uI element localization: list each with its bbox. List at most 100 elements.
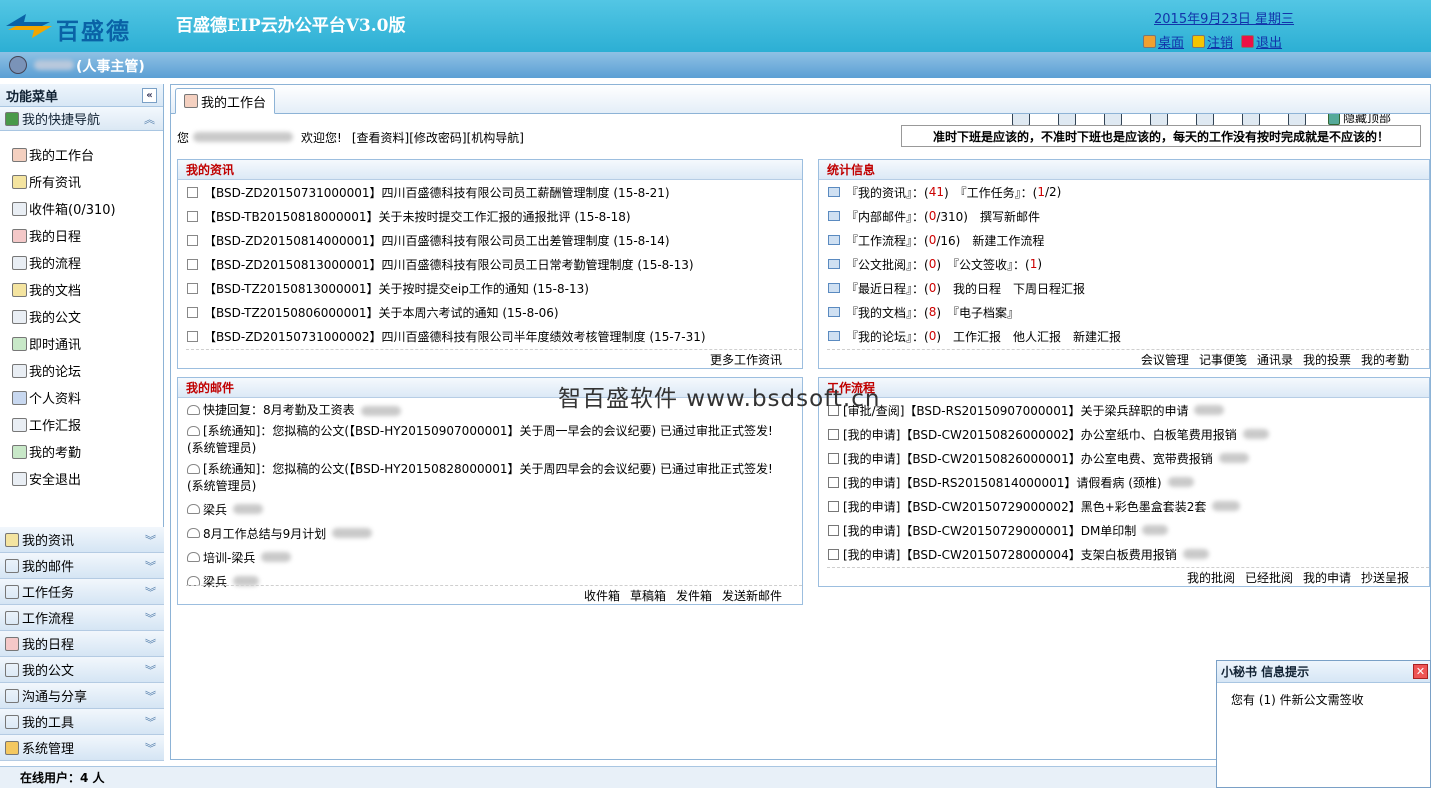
reviewed-link[interactable]: 已经批阅 (1245, 569, 1293, 586)
desktop-link[interactable]: 桌面 (1143, 32, 1184, 51)
quick-item-chat[interactable]: 即时通讯 (0, 330, 163, 357)
menu-group-tools[interactable]: 我的工具 ︾ (0, 709, 164, 735)
stats-row[interactable]: 『内部邮件』：(0/310) 撰写新邮件 (819, 204, 1429, 228)
mail-item[interactable]: [系统通知]：您拟稿的公文(【BSD-HY20150828000001】关于周四… (178, 459, 802, 497)
quick-item-schedule[interactable]: 我的日程 (0, 222, 163, 249)
exit-link[interactable]: 退出 (1241, 32, 1282, 51)
menu-group-system[interactable]: 系统管理 ︾ (0, 735, 164, 761)
flow-icon (12, 255, 27, 270)
stats-row[interactable]: 『最近日程』：(0) 我的日程 下周日程汇报 (819, 276, 1429, 300)
chevron-down-icon: ︾ (145, 689, 156, 703)
quick-item-flow[interactable]: 我的流程 (0, 249, 163, 276)
quick-item-report[interactable]: 工作汇报 (0, 411, 163, 438)
chevron-down-icon: ︾ (145, 585, 156, 599)
quick-item-forum[interactable]: 我的论坛 (0, 357, 163, 384)
menu-group-schedule[interactable]: 我的日程 ︾ (0, 631, 164, 657)
news-item[interactable]: 【BSD-ZD20150814000001】四川百盛德科技有限公司员工出差管理制… (178, 228, 802, 252)
chevron-down-icon: ︾ (145, 637, 156, 651)
quick-item-workbench[interactable]: 我的工作台 (0, 141, 163, 168)
outbox-link[interactable]: 发件箱 (676, 587, 712, 604)
workflow-item[interactable]: [审批/查阅]【BSD-RS20150907000001】关于梁兵辞职的申请 (819, 398, 1429, 422)
close-icon[interactable]: ✕ (1413, 664, 1428, 679)
workflow-item[interactable]: [我的申请]【BSD-CW20150728000004】支架白板费用报销 (819, 542, 1429, 566)
view-profile-link[interactable]: [查看资料] (352, 129, 409, 146)
stats-row[interactable]: 『公文批阅』：(0) 『公文签收』：(1) (819, 252, 1429, 276)
quick-item-all-news[interactable]: 所有资讯 (0, 168, 163, 195)
news-item[interactable]: 【BSD-TZ20150806000001】关于本周六考试的通知 (15-8-0… (178, 300, 802, 324)
stats-panel: 统计信息 『我的资讯』：(41) 『工作任务』：(1/2) 『内部邮件』：(0/3… (818, 159, 1430, 369)
logo-text: 百盛德 (56, 18, 131, 45)
workflow-item[interactable]: [我的申请]【BSD-RS20150814000001】请假看病 (颈椎) (819, 470, 1429, 494)
stats-row[interactable]: 『我的文档』：(8) 『电子档案』 (819, 300, 1429, 324)
my-review-link[interactable]: 我的批阅 (1187, 569, 1235, 586)
stats-image-icon (828, 211, 840, 221)
news-item[interactable]: 【BSD-TZ20150813000001】关于按时提交eip工作的通知 (15… (178, 276, 802, 300)
workflow-item[interactable]: [我的申请]【BSD-CW20150826000001】办公室电费、宽带费报销 (819, 446, 1429, 470)
sender-blurred (233, 504, 264, 514)
welcome-prefix: 您 (177, 130, 190, 145)
tab-workbench[interactable]: 我的工作台 (175, 88, 276, 114)
attendance-icon (12, 444, 27, 459)
stats-row[interactable]: 『工作流程』：(0/16) 新建工作流程 (819, 228, 1429, 252)
collapse-sidebar-button[interactable]: « (142, 87, 157, 103)
org-nav-link[interactable]: [机构导航] (467, 129, 524, 146)
tab-bar: 我的工作台 (171, 85, 1430, 114)
applicant-blurred (1167, 477, 1194, 487)
current-date[interactable]: 2015年9月23日 星期三 (1154, 8, 1294, 27)
menu-group-mail[interactable]: 我的邮件 ︾ (0, 553, 164, 579)
workflow-item[interactable]: [我的申请]【BSD-CW20150729000002】黑色+彩色墨盒套装2套 (819, 494, 1429, 518)
quick-nav-header[interactable]: 我的快捷导航 ︽ (0, 107, 163, 131)
mail-item[interactable]: 培训-梁兵 (178, 545, 802, 569)
my-application-link[interactable]: 我的申请 (1303, 569, 1351, 586)
applicant-blurred (1212, 501, 1241, 511)
mail-item[interactable]: [系统通知]：您拟稿的公文(【BSD-HY20150907000001】关于周一… (178, 421, 802, 459)
calendar-icon (12, 228, 27, 243)
notification-message[interactable]: 您有 (1) 件新公文需签收 (1217, 683, 1430, 716)
my-vote-link[interactable]: 我的投票 (1303, 351, 1351, 368)
menu-group-tasks[interactable]: 工作任务 ︾ (0, 579, 164, 605)
quick-item-logout[interactable]: 安全退出 (0, 465, 163, 492)
news-item[interactable]: 【BSD-ZD20150731000002】四川百盛德科技有限公司半年度绩效考核… (178, 324, 802, 348)
welcome-bar: 您 欢迎您! [查看资料] [修改密码] [机构导航] 准时下班是应该的，不准时… (177, 125, 1427, 149)
envelope-icon (187, 464, 200, 474)
workflow-item[interactable]: [我的申请]【BSD-CW20150826000002】办公室纸巾、白板笔费用报… (819, 422, 1429, 446)
drafts-link[interactable]: 草稿箱 (630, 587, 666, 604)
menu-group-news[interactable]: 我的资讯 ︾ (0, 527, 164, 553)
stats-count: 8 (928, 305, 937, 319)
address-book-link[interactable]: 通讯录 (1257, 351, 1293, 368)
stats-row[interactable]: 『我的资讯』：(41) 『工作任务』：(1/2) (819, 180, 1429, 204)
stats-row[interactable]: 『我的论坛』：(0) 工作汇报 他人汇报 新建汇报 (819, 324, 1429, 348)
change-password-link[interactable]: [修改密码] (409, 129, 466, 146)
mail-item[interactable]: 梁兵 (178, 497, 802, 521)
settings-icon (5, 740, 19, 755)
stats-label: ) 『公文签收』：( (936, 257, 1030, 272)
stats-label: 『公文批阅』：( (846, 257, 929, 272)
compose-mail-link[interactable]: 发送新邮件 (722, 587, 782, 604)
mail-item[interactable]: 8月工作总结与9月计划 (178, 521, 802, 545)
inbox-link[interactable]: 收件箱 (584, 587, 620, 604)
news-item[interactable]: 【BSD-ZD20150731000001】四川百盛德科技有限公司员工薪酬管理制… (178, 180, 802, 204)
stats-rows: 『我的资讯』：(41) 『工作任务』：(1/2) 『内部邮件』：(0/310) 撰… (819, 180, 1429, 348)
quick-item-documents[interactable]: 我的文档 (0, 276, 163, 303)
workflow-item[interactable]: [我的申请]【BSD-CW20150729000001】DM单印制 (819, 518, 1429, 542)
quick-item-attendance[interactable]: 我的考勤 (0, 438, 163, 465)
menu-group-share[interactable]: 沟通与分享 ︾ (0, 683, 164, 709)
notes-link[interactable]: 记事便笺 (1199, 351, 1247, 368)
stats-count: 0 (928, 233, 937, 247)
cc-report-link[interactable]: 抄送呈报 (1361, 569, 1409, 586)
news-panel: 我的资讯 【BSD-ZD20150731000001】四川百盛德科技有限公司员工… (177, 159, 803, 369)
quick-item-official-docs[interactable]: 我的公文 (0, 303, 163, 330)
stats-count: 0 (928, 257, 937, 271)
news-item[interactable]: 【BSD-TB20150818000001】关于未按时提交工作汇报的通报批评 (… (178, 204, 802, 228)
news-item[interactable]: 【BSD-ZD20150813000001】四川百盛德科技有限公司员工日常考勤管… (178, 252, 802, 276)
stats-label: 『我的资讯』：( (846, 185, 929, 200)
quick-item-inbox[interactable]: 收件箱(0/310) (0, 195, 163, 222)
my-attendance-link[interactable]: 我的考勤 (1361, 351, 1409, 368)
quick-item-profile[interactable]: 个人资料 (0, 384, 163, 411)
edit-icon (828, 428, 839, 440)
menu-group-official-docs[interactable]: 我的公文 ︾ (0, 657, 164, 683)
meeting-link[interactable]: 会议管理 (1141, 351, 1189, 368)
more-news-link[interactable]: 更多工作资讯 (710, 351, 782, 368)
logout-link[interactable]: 注销 (1192, 32, 1233, 51)
menu-group-workflow[interactable]: 工作流程 ︾ (0, 605, 164, 631)
